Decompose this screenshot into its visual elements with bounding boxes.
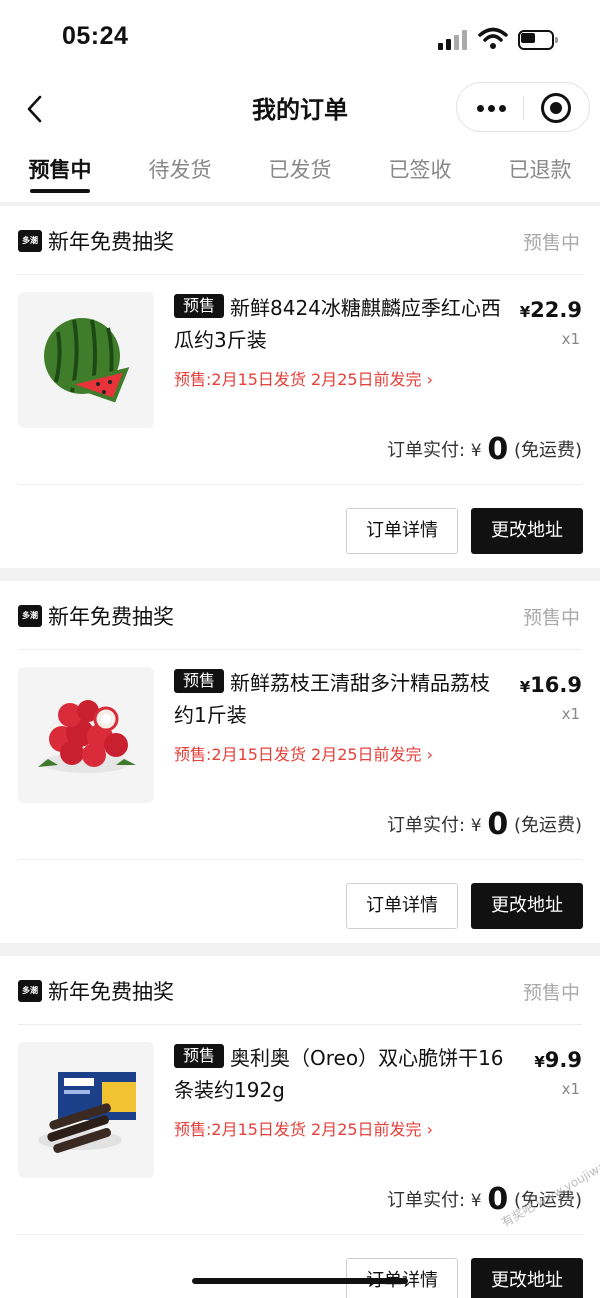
shop-name: 新年免费抽奖 [48, 605, 174, 629]
currency-symbol: ¥ [519, 678, 531, 696]
paid-currency: ¥ [470, 1191, 482, 1211]
price: ¥16.9 [520, 673, 582, 697]
status-bar: 05:24 [0, 0, 600, 80]
paid-currency: ¥ [470, 816, 482, 836]
shop-logo: 多潮 [18, 980, 42, 1002]
divider [18, 1024, 582, 1025]
change-address-button[interactable]: 更改地址 [471, 1258, 583, 1298]
order-card: 多潮 新年免费抽奖 预售中 新鲜荔枝王清甜多汁精品荔枝约1斤装 预售 预售:2月… [0, 581, 600, 943]
home-indicator[interactable] [192, 1278, 408, 1284]
nav-bar: 我的订单 [0, 80, 600, 138]
price: ¥9.9 [534, 1048, 582, 1072]
order-card: 多潮 新年免费抽奖 预售中 奥利奥（Oreo）双心脆饼干16条装约192g 预售… [0, 956, 600, 1298]
shop-row[interactable]: 多潮 新年免费抽奖 预售中 [0, 581, 600, 651]
tab-shipped[interactable]: 已发货 [240, 154, 360, 184]
paid-label: 订单实付: [386, 815, 466, 836]
divider [18, 484, 582, 485]
paid-currency: ¥ [470, 441, 482, 461]
paid-row: 订单实付: ¥ 0 (免运费) [387, 807, 582, 842]
divider [18, 1234, 582, 1235]
presale-info-text: 预售:2月15日发货 2月25日前发完 [174, 1120, 422, 1139]
screen: 05:24 我的订单 预售中 待发货 已发货 已签收 已退款 多潮 新年免费抽奖… [0, 0, 600, 1298]
tab-refunded[interactable]: 已退款 [480, 154, 600, 184]
currency-symbol: ¥ [534, 1053, 545, 1071]
presale-tag: 预售 [174, 1044, 225, 1068]
quantity: x1 [561, 1080, 580, 1098]
shop-logo: 多潮 [18, 605, 42, 627]
close-mini-program-icon[interactable] [541, 93, 571, 123]
paid-row: 订单实付: ¥ 0 (免运费) [387, 432, 582, 467]
shop-row[interactable]: 多潮 新年免费抽奖 预售中 [0, 956, 600, 1026]
price: ¥22.9 [520, 298, 582, 322]
divider [18, 274, 582, 275]
price-value: 16.9 [530, 673, 582, 697]
presale-info-text: 预售:2月15日发货 2月25日前发完 [174, 370, 422, 389]
order-status-tabs: 预售中 待发货 已发货 已签收 已退款 [0, 138, 600, 202]
mini-program-capsule [456, 82, 590, 132]
cellular-signal-icon [438, 30, 468, 50]
order-detail-button[interactable]: 订单详情 [346, 883, 458, 929]
order-status: 预售中 [522, 232, 580, 254]
more-dots-icon[interactable] [469, 93, 513, 123]
quantity: x1 [561, 330, 580, 348]
paid-amount: 0 [487, 807, 509, 842]
wifi-icon [478, 27, 508, 49]
order-card: 多潮 新年免费抽奖 预售中 新鲜8424冰糖麒麟应季红心西瓜约3斤装 预售 预售… [0, 206, 600, 568]
tab-presale[interactable]: 预售中 [0, 154, 120, 184]
presale-info-text: 预售:2月15日发货 2月25日前发完 [174, 745, 422, 764]
change-address-button[interactable]: 更改地址 [471, 508, 583, 554]
paid-label: 订单实付: [386, 1190, 466, 1211]
chevron-right-icon: › [426, 1120, 434, 1139]
presale-info-link[interactable]: 预售:2月15日发货 2月25日前发完 › [174, 366, 433, 390]
shop-logo: 多潮 [18, 230, 42, 252]
tab-pending-shipment[interactable]: 待发货 [120, 154, 240, 184]
currency-symbol: ¥ [519, 303, 531, 321]
chevron-right-icon: › [426, 745, 434, 764]
change-address-button[interactable]: 更改地址 [471, 883, 583, 929]
shop-row[interactable]: 多潮 新年免费抽奖 预售中 [0, 206, 600, 276]
product-title[interactable]: 奥利奥（Oreo）双心脆饼干16条装约192g [174, 1042, 509, 1106]
product-title[interactable]: 新鲜8424冰糖麒麟应季红心西瓜约3斤装 [174, 292, 509, 356]
paid-label: 订单实付: [386, 440, 466, 461]
chevron-right-icon: › [426, 370, 434, 389]
capsule-divider [523, 96, 524, 120]
presale-info-link[interactable]: 预售:2月15日发货 2月25日前发完 › [174, 1116, 433, 1140]
presale-tag: 预售 [174, 294, 225, 318]
presale-info-link[interactable]: 预售:2月15日发货 2月25日前发完 › [174, 741, 433, 765]
price-value: 9.9 [544, 1048, 582, 1072]
order-status: 预售中 [522, 607, 580, 629]
paid-amount: 0 [487, 432, 509, 467]
lychee-image[interactable] [18, 667, 154, 803]
order-detail-button[interactable]: 订单详情 [346, 508, 458, 554]
price-value: 22.9 [530, 298, 582, 322]
watermelon-image[interactable] [18, 292, 154, 428]
quantity: x1 [561, 705, 580, 723]
status-time: 05:24 [62, 22, 129, 50]
presale-tag: 预售 [174, 669, 225, 693]
tab-received[interactable]: 已签收 [360, 154, 480, 184]
shipping-note: (免运费) [513, 440, 582, 461]
product-title[interactable]: 新鲜荔枝王清甜多汁精品荔枝约1斤装 [174, 667, 509, 731]
divider [18, 859, 582, 860]
shop-name: 新年免费抽奖 [48, 230, 174, 254]
oreo-wafer-image[interactable] [18, 1042, 154, 1178]
divider [18, 649, 582, 650]
battery-icon [518, 30, 558, 50]
order-status: 预售中 [522, 982, 580, 1004]
shop-name: 新年免费抽奖 [48, 980, 174, 1004]
shipping-note: (免运费) [513, 815, 582, 836]
active-tab-indicator [30, 189, 90, 193]
